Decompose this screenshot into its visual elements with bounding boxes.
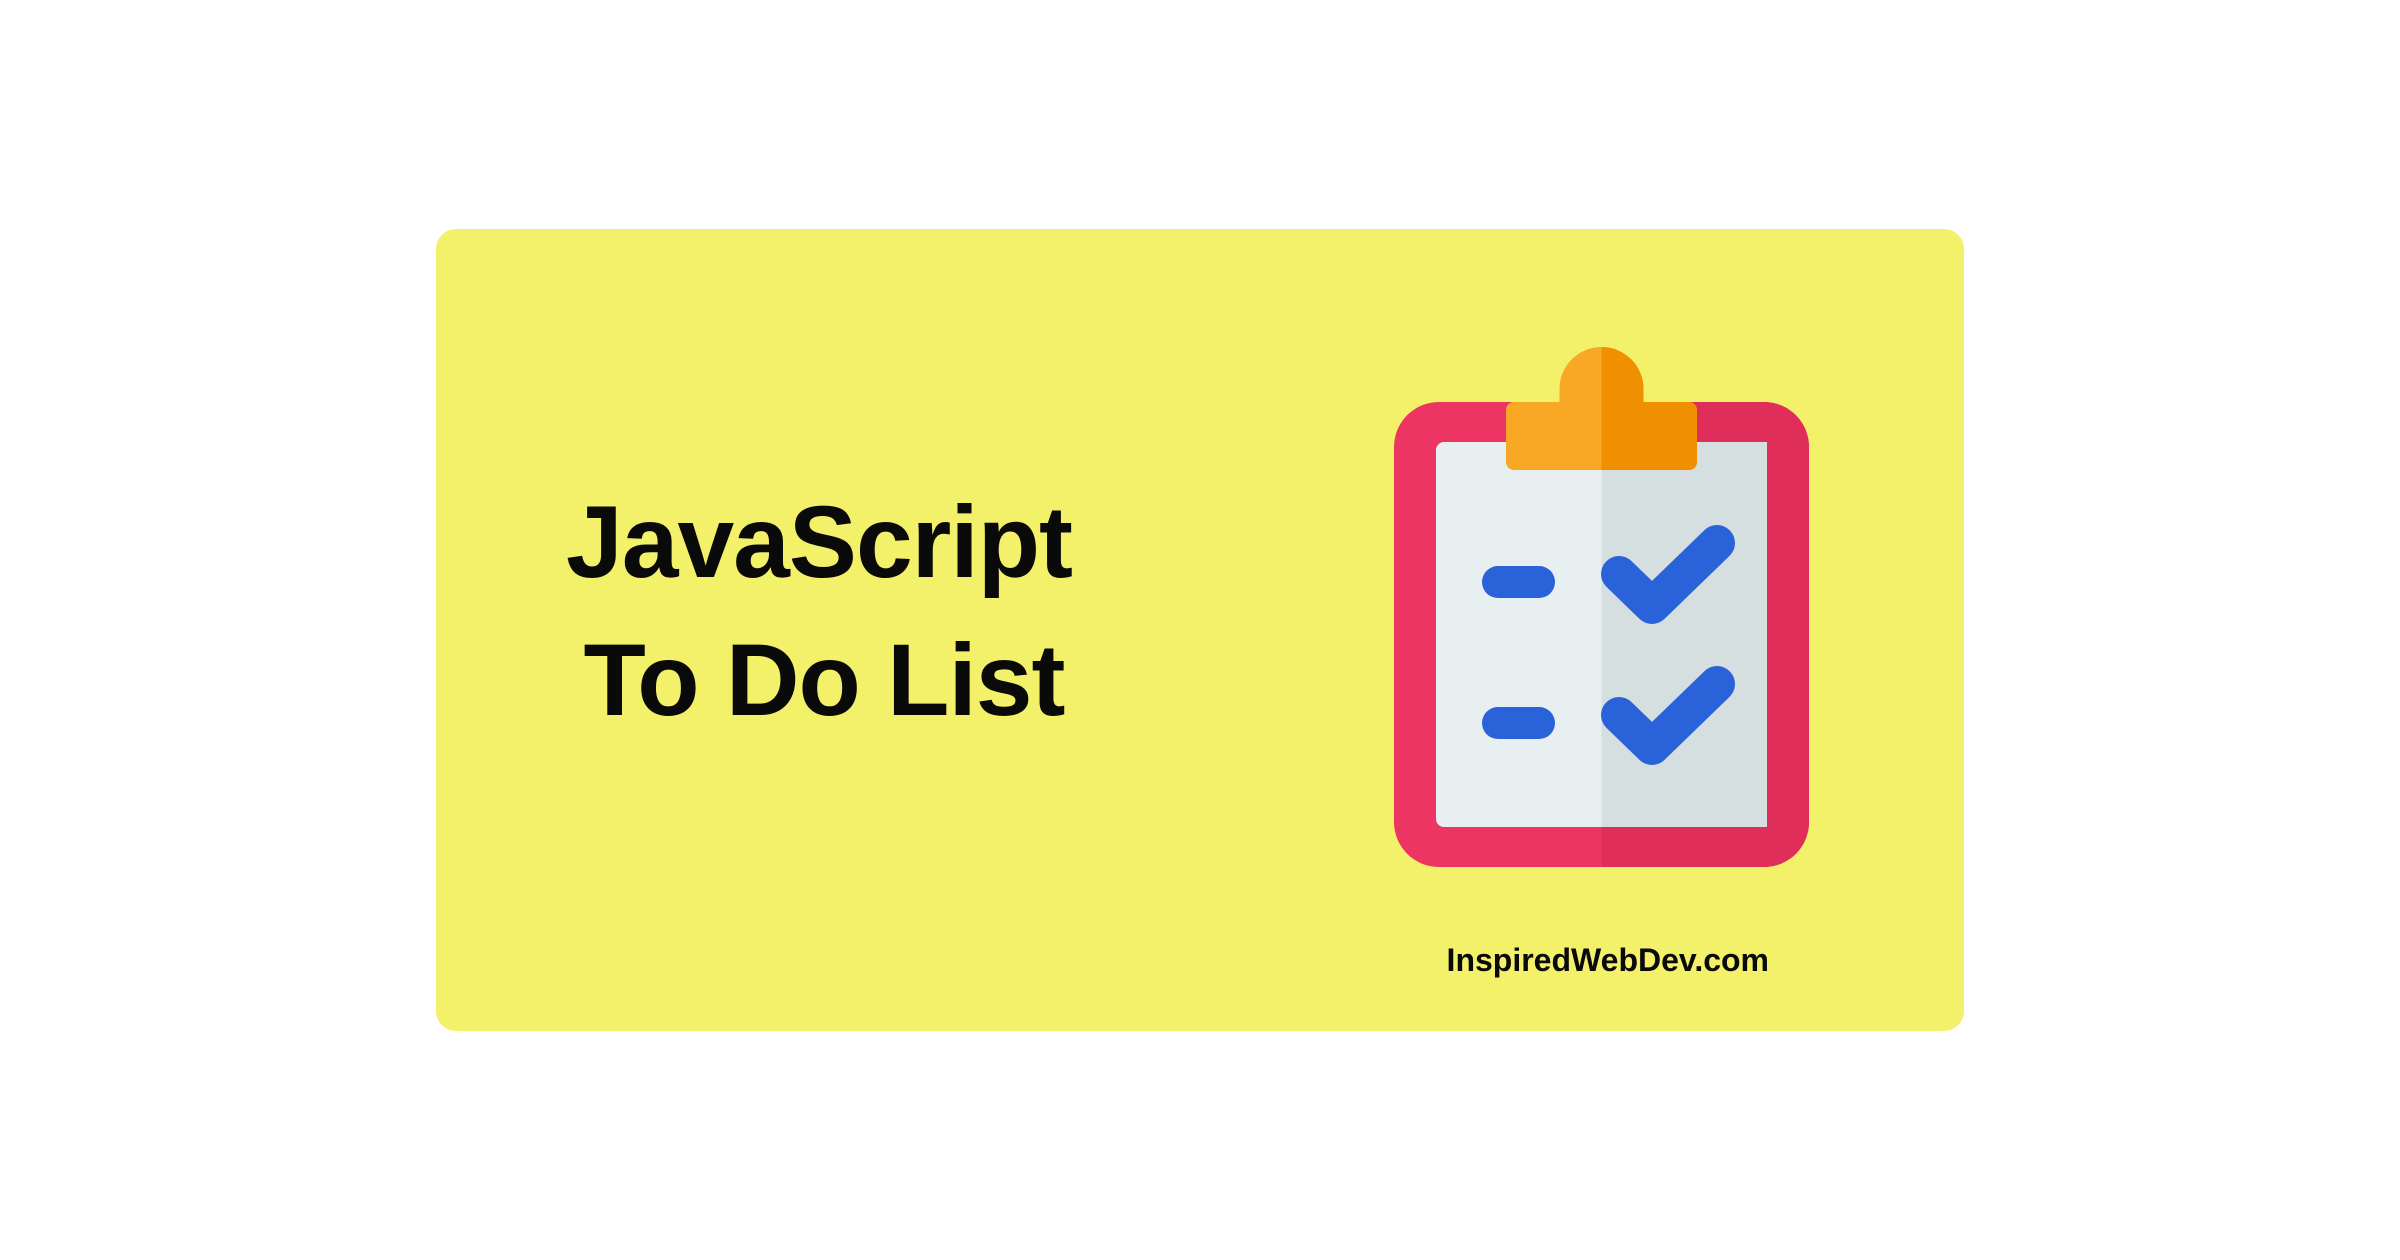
attribution-text: InspiredWebDev.com	[1447, 942, 1769, 979]
title-line-2: To Do List	[576, 612, 1072, 750]
promo-card: JavaScript To Do List InspiredWebDev.com	[436, 229, 1964, 1031]
title-line-1: JavaScript	[566, 474, 1072, 612]
title-block: JavaScript To Do List	[566, 474, 1072, 749]
clipboard-icon	[1394, 347, 1809, 867]
